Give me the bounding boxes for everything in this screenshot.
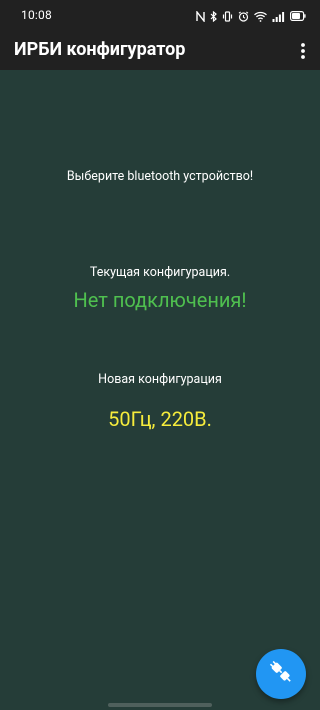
battery-fill (292, 13, 300, 19)
nfc-icon (196, 10, 205, 22)
app-bar: ИРБИ конфигуратор (0, 32, 320, 70)
new-config-value: 50Гц, 220В. (108, 407, 212, 431)
new-config-label: Новая конфигурация (98, 372, 222, 387)
status-icons (196, 9, 306, 23)
bluetooth-icon (210, 10, 217, 22)
gesture-navigation-bar[interactable] (108, 703, 212, 707)
status-bar: 10:08 (0, 0, 320, 32)
wifi-icon (254, 11, 267, 22)
connect-button[interactable] (256, 649, 306, 699)
more-vert-icon[interactable] (300, 42, 306, 60)
current-config-label: Текущая конфигурация. (89, 265, 231, 280)
connection-status: Нет подключения! (73, 288, 247, 312)
signal-icon (272, 11, 285, 22)
app-screen: 10:08 ИРБИ конфигуратор Выберите bluetoo… (0, 0, 320, 710)
alarm-icon (238, 11, 249, 22)
plug-connect-icon (268, 659, 294, 689)
vibrate-icon (222, 10, 233, 22)
status-time: 10:08 (21, 8, 52, 22)
app-title: ИРБИ конфигуратор (14, 39, 186, 60)
select-device-prompt: Выберите bluetooth устройство! (66, 169, 254, 184)
battery-icon (290, 11, 306, 21)
